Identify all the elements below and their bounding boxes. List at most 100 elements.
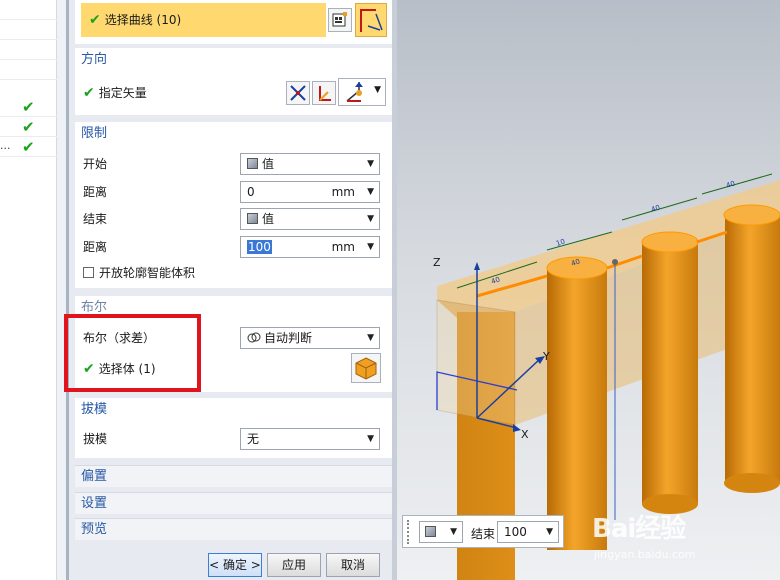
reverse-direction-button[interactable] (286, 81, 310, 105)
chevron-down-icon: ▼ (367, 187, 374, 197)
unit-label: mm (331, 185, 355, 199)
list-item[interactable]: ✔ (0, 97, 57, 117)
vector-type-dropdown[interactable]: ▼ (338, 78, 386, 106)
svg-text:10: 10 (555, 238, 566, 248)
vector-icon (319, 86, 331, 101)
part-navigator-strip: ✔ ✔ ... ✔ (0, 0, 57, 580)
end-value: 100 (504, 525, 527, 539)
check-icon: ✔ (22, 98, 35, 116)
check-icon: ✔ (83, 85, 95, 101)
point-marker[interactable] (612, 259, 618, 265)
model-view[interactable]: 40 10 40 40 40 Z Y X (397, 0, 780, 580)
open-profile-label: 开放轮廓智能体积 (99, 266, 196, 280)
watermark-logo: Bai经验 (592, 514, 686, 544)
extrude-dialog: ✔选择曲线 (10) 方向∧ ✔指定矢量 ▼ 限制∧ 开始 值▼ 距离 0mm▼… (69, 0, 459, 580)
boolean-type-value: 自动判断 (264, 331, 313, 345)
cylinder[interactable] (642, 242, 698, 504)
section-title: 限制 (81, 126, 108, 141)
axis-y-label: Y (542, 350, 550, 363)
svg-text:40: 40 (725, 180, 736, 190)
value-icon (425, 526, 436, 537)
chevron-down-icon: ▼ (546, 527, 553, 537)
distance1-label: 距离 (83, 185, 108, 199)
svg-text:40: 40 (650, 204, 661, 214)
chevron-down-icon: ▼ (450, 527, 457, 537)
select-curve-label: 选择曲线 (10) (104, 13, 182, 27)
select-body-button[interactable] (351, 353, 381, 383)
solid-body-icon (355, 357, 377, 380)
end-type-select[interactable]: 值 ▼ (240, 208, 380, 230)
boolean-type-select[interactable]: 自动判断 ▼ (240, 327, 380, 349)
highlight-annotation (64, 314, 201, 392)
watermark-url: jingyan.baidu.com (594, 548, 696, 561)
vector-dialog-button[interactable] (312, 81, 336, 105)
end-distance-input[interactable]: 100 mm ▼ (240, 236, 380, 258)
start-type-value: 值 (262, 157, 275, 171)
axis-x-label: X (521, 428, 529, 441)
list-item[interactable] (0, 0, 57, 20)
drag-handle[interactable] (407, 520, 410, 544)
sketch-section-button[interactable] (328, 8, 352, 32)
open-profile-row[interactable]: 开放轮廓智能体积 (83, 262, 195, 284)
chevron-down-icon: ▼ (367, 159, 374, 169)
inferred-vector-icon (346, 82, 363, 102)
check-icon: ✔ (22, 138, 35, 156)
check-icon: ✔ (89, 12, 101, 28)
draft-type-select[interactable]: 无 ▼ (240, 428, 380, 450)
ok-button[interactable]: < 确定 > (208, 553, 262, 577)
chevron-down-icon: ▼ (374, 85, 381, 95)
chevron-down-icon: ▼ (367, 333, 374, 343)
section-title: 布尔 (81, 300, 108, 315)
start-distance-input[interactable]: 0 mm ▼ (240, 181, 380, 203)
list-item[interactable]: ... ✔ (0, 137, 57, 157)
chevron-down-icon: ▼ (367, 242, 374, 252)
section-title: 偏置 (81, 469, 108, 484)
section-title: 方向 (81, 52, 108, 67)
end-label: 结束 (83, 212, 108, 226)
apply-button[interactable]: 应用 (267, 553, 321, 577)
limit-type-select[interactable]: ▼ (419, 521, 463, 543)
start-distance-value: 0 (247, 185, 255, 199)
curve-button[interactable] (355, 3, 387, 37)
open-profile-checkbox[interactable] (83, 267, 94, 278)
end-distance-value: 100 (247, 240, 272, 254)
end-label: 结束 (471, 527, 496, 541)
curve-icon (360, 9, 383, 32)
block-front-face[interactable] (436, 299, 516, 426)
cylinder-top[interactable] (641, 231, 699, 253)
start-label: 开始 (83, 157, 108, 171)
unit-label: mm (331, 240, 355, 254)
sketch-icon (332, 12, 347, 27)
distance2-label: 距离 (83, 240, 108, 254)
draft-type-value: 无 (247, 432, 260, 446)
boolean-infer-icon (247, 332, 261, 343)
value-icon (247, 213, 258, 224)
graphics-viewport[interactable]: 40 10 40 40 40 Z Y X (397, 0, 780, 580)
section-title: 预览 (81, 522, 108, 537)
list-item[interactable]: ✔ (0, 117, 57, 137)
cylinder-top[interactable] (723, 204, 780, 226)
list-item[interactable] (0, 60, 57, 80)
section-title: 拔模 (81, 402, 108, 417)
list-item[interactable] (0, 40, 57, 60)
cylinder[interactable] (725, 215, 780, 483)
draft-label: 拔模 (83, 432, 108, 446)
list-item-text: ... (0, 139, 11, 152)
value-icon (247, 158, 258, 169)
check-icon: ✔ (22, 118, 35, 136)
specify-vector-label: 指定矢量 (98, 86, 147, 100)
list-item[interactable] (0, 20, 57, 40)
reverse-direction-icon (290, 85, 306, 101)
specify-vector-row[interactable]: ✔ 指定矢量 (83, 82, 147, 104)
on-screen-input-bar: ▼ 结束 100 ▼ (402, 515, 564, 548)
start-type-select[interactable]: 值 ▼ (240, 153, 380, 175)
cylinder-base[interactable] (724, 473, 780, 493)
chevron-down-icon: ▼ (367, 214, 374, 224)
select-curve-row[interactable]: ✔ 选择曲线 (10) (81, 3, 326, 37)
chevron-down-icon: ▼ (367, 434, 374, 444)
baidu-watermark: Bai经验 jingyan.baidu.com (592, 508, 742, 568)
end-type-value: 值 (262, 212, 275, 226)
end-value-input[interactable]: 100 ▼ (497, 521, 559, 543)
axis-z-label: Z (433, 256, 441, 269)
cancel-button[interactable]: 取消 (326, 553, 380, 577)
